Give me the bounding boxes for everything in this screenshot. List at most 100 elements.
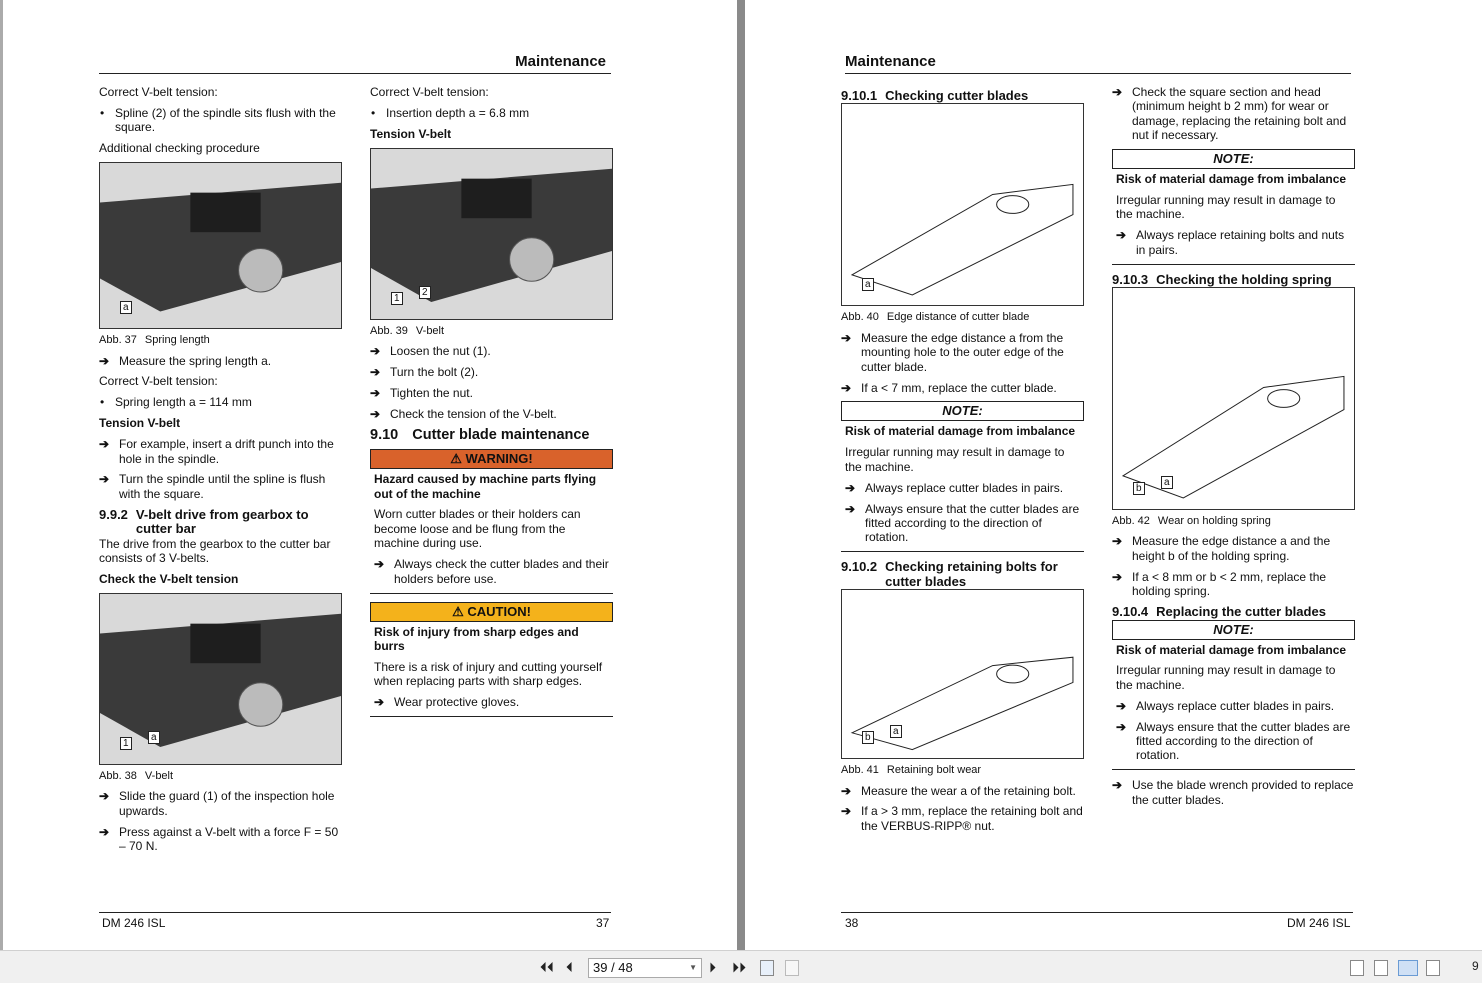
page-header: Maintenance	[515, 53, 606, 70]
note-box: NOTE: Risk of material damage from imbala…	[841, 401, 1084, 553]
arrow-icon: ➔	[99, 789, 110, 804]
step-text: Always replace retaining bolts and nuts …	[1136, 228, 1345, 257]
dropdown-arrow-icon[interactable]: ▼	[689, 959, 697, 977]
arrow-icon: ➔	[99, 472, 110, 487]
step-text: Check the tension of the V-belt.	[390, 406, 557, 421]
arrow-icon: ➔	[370, 385, 381, 400]
step-text: Loosen the nut (1).	[390, 344, 491, 359]
note-title: NOTE:	[841, 401, 1084, 422]
step-text: Use the blade wrench provided to replace…	[1132, 778, 1354, 807]
figure-callout: a	[148, 730, 160, 744]
figure-number: Abb. 37	[99, 334, 137, 347]
footer-model: DM 246 ISL	[1287, 916, 1351, 930]
caution-box: ⚠ CAUTION! Risk of injury from sharp edge…	[370, 601, 613, 718]
box-content: Risk of material damage from imbalance Ir…	[841, 424, 1084, 544]
section-number: 9.10.4	[1112, 604, 1149, 620]
figure-callout: 1	[391, 291, 403, 305]
instruction-step: ➔ Check the tension of the V-belt.	[370, 407, 613, 421]
subheading: Tension V-belt	[370, 126, 452, 141]
figure-number: Abb. 41	[841, 764, 879, 777]
arrow-icon: ➔	[1112, 778, 1123, 793]
arrow-icon: ➔	[841, 783, 852, 798]
section-title: Checking the holding spring	[1156, 271, 1332, 287]
figure-callout: a	[1161, 476, 1173, 490]
arrow-icon: ➔	[99, 353, 110, 368]
subheading: Check the V-belt tension	[99, 571, 239, 586]
section-heading: 9.10.4 Replacing the cutter blades	[1112, 604, 1355, 620]
box-content: Risk of injury from sharp edges and burr…	[370, 625, 613, 710]
section-heading: 9.10 Cutter blade maintenance	[370, 426, 613, 443]
arrow-icon: ➔	[845, 480, 856, 495]
arrow-icon: ➔	[370, 344, 381, 359]
extract-page-icon[interactable]	[785, 960, 799, 976]
bullet-item: Spline (2) of the spindle sits flush wit…	[99, 106, 342, 135]
instruction-step: ➔ For example, insert a drift punch into …	[99, 437, 342, 466]
figure-block: b a Abb. 42 Wear on holding spring	[1112, 287, 1355, 528]
box-content: Hazard caused by machine parts flying ou…	[370, 472, 613, 586]
figure-caption-text: Spring length	[144, 334, 210, 347]
step-text: If a < 8 mm or b < 2 mm, replace the hol…	[1132, 569, 1327, 599]
instruction-step: ➔ Measure the edge distance a and the hei…	[1112, 534, 1355, 563]
arrow-icon: ➔	[1112, 85, 1123, 99]
zoom-level[interactable]: 9	[1472, 959, 1479, 973]
page-number: 37	[596, 916, 610, 930]
figure-caption: Abb. 42 Wear on holding spring	[1112, 514, 1355, 528]
continuous-page-icon[interactable]	[1374, 960, 1388, 976]
section-number: 9.10	[370, 426, 399, 443]
figure-caption: Abb. 37 Spring length	[99, 333, 342, 347]
figure-caption-text: Retaining bolt wear	[886, 764, 982, 777]
section-title: Cutter blade maintenance	[412, 426, 590, 443]
section-number: 9.10.3	[1112, 271, 1149, 287]
step-text: For example, insert a drift punch into t…	[119, 437, 334, 466]
footer-rule	[99, 912, 611, 913]
box-heading: Risk of injury from sharp edges and burr…	[374, 624, 579, 653]
section-heading: 9.10.1 Checking cutter blades	[841, 88, 1084, 103]
arrow-icon: ➔	[841, 380, 852, 395]
paragraph: Correct V-belt tension:	[370, 85, 489, 99]
header-rule	[845, 73, 1351, 74]
figure-caption: Abb. 38 V-belt	[99, 769, 342, 783]
instruction-step: ➔ Always ensure that the cutter blades ar…	[845, 502, 1080, 545]
box-text: There is a risk of injury and cutting yo…	[374, 659, 603, 689]
figure-40-image: a	[841, 103, 1084, 307]
figure-callout: a	[862, 278, 874, 292]
subheading: Tension V-belt	[99, 416, 181, 431]
arrow-icon: ➔	[841, 330, 852, 345]
figure-42-image: ba	[1112, 287, 1355, 511]
previous-page-icon[interactable]: ⏴	[566, 959, 573, 976]
figure-block: b a Abb. 41 Retaining bolt wear	[841, 589, 1084, 777]
arrow-icon: ➔	[374, 557, 385, 572]
page-number-input[interactable]: 39 / 48 ▼	[588, 958, 702, 978]
figure-block: a Abb. 37 Spring length	[99, 162, 342, 347]
arrow-icon: ➔	[99, 437, 110, 452]
figure-41-image: ba	[841, 589, 1084, 760]
section-title: V-belt drive from gearbox to cutter bar	[135, 506, 309, 537]
figure-number: Abb. 40	[841, 311, 879, 324]
step-text: Turn the bolt (2).	[390, 365, 479, 380]
instruction-step: ➔ Check the square section and head (mini…	[1112, 85, 1355, 143]
instruction-step: ➔ Measure the wear a of the retaining bol…	[841, 784, 1084, 798]
pdf-page-37: Maintenance Correct V-belt tension: Splin…	[3, 0, 737, 950]
instruction-step: ➔ Press against a V-belt with a force F =…	[99, 825, 342, 854]
figure-38-image: 1a	[99, 592, 342, 765]
figure-caption-text: V-belt	[415, 324, 445, 337]
arrow-icon: ➔	[841, 804, 852, 819]
first-page-icon[interactable]: ⏴⏴	[540, 959, 554, 976]
facing-icon[interactable]	[1398, 960, 1418, 976]
section-number: 9.10.2	[841, 559, 878, 575]
next-page-icon[interactable]: ⏵	[709, 959, 716, 976]
figure-block: 1 a Abb. 38 V-belt	[99, 592, 342, 783]
footer-model: DM 246 ISL	[102, 916, 166, 930]
last-page-icon[interactable]: ⏵⏵	[732, 959, 746, 976]
step-text: Always ensure that the cutter blades are…	[1136, 719, 1351, 763]
step-text: If a > 3 mm, replace the retaining bolt …	[861, 804, 1083, 833]
single-page-icon[interactable]	[1350, 960, 1364, 976]
continuous-facing-icon[interactable]	[1426, 960, 1440, 976]
instruction-step: ➔ Wear protective gloves.	[374, 695, 609, 709]
step-text: Always replace cutter blades in pairs.	[1136, 698, 1335, 713]
figure-callout: 1	[120, 736, 132, 750]
note-title: NOTE:	[1112, 149, 1355, 170]
box-heading: Hazard caused by machine parts flying ou…	[374, 472, 597, 501]
rotate-page-icon[interactable]	[760, 960, 774, 976]
box-heading: Risk of material damage from imbalance	[1116, 642, 1347, 657]
